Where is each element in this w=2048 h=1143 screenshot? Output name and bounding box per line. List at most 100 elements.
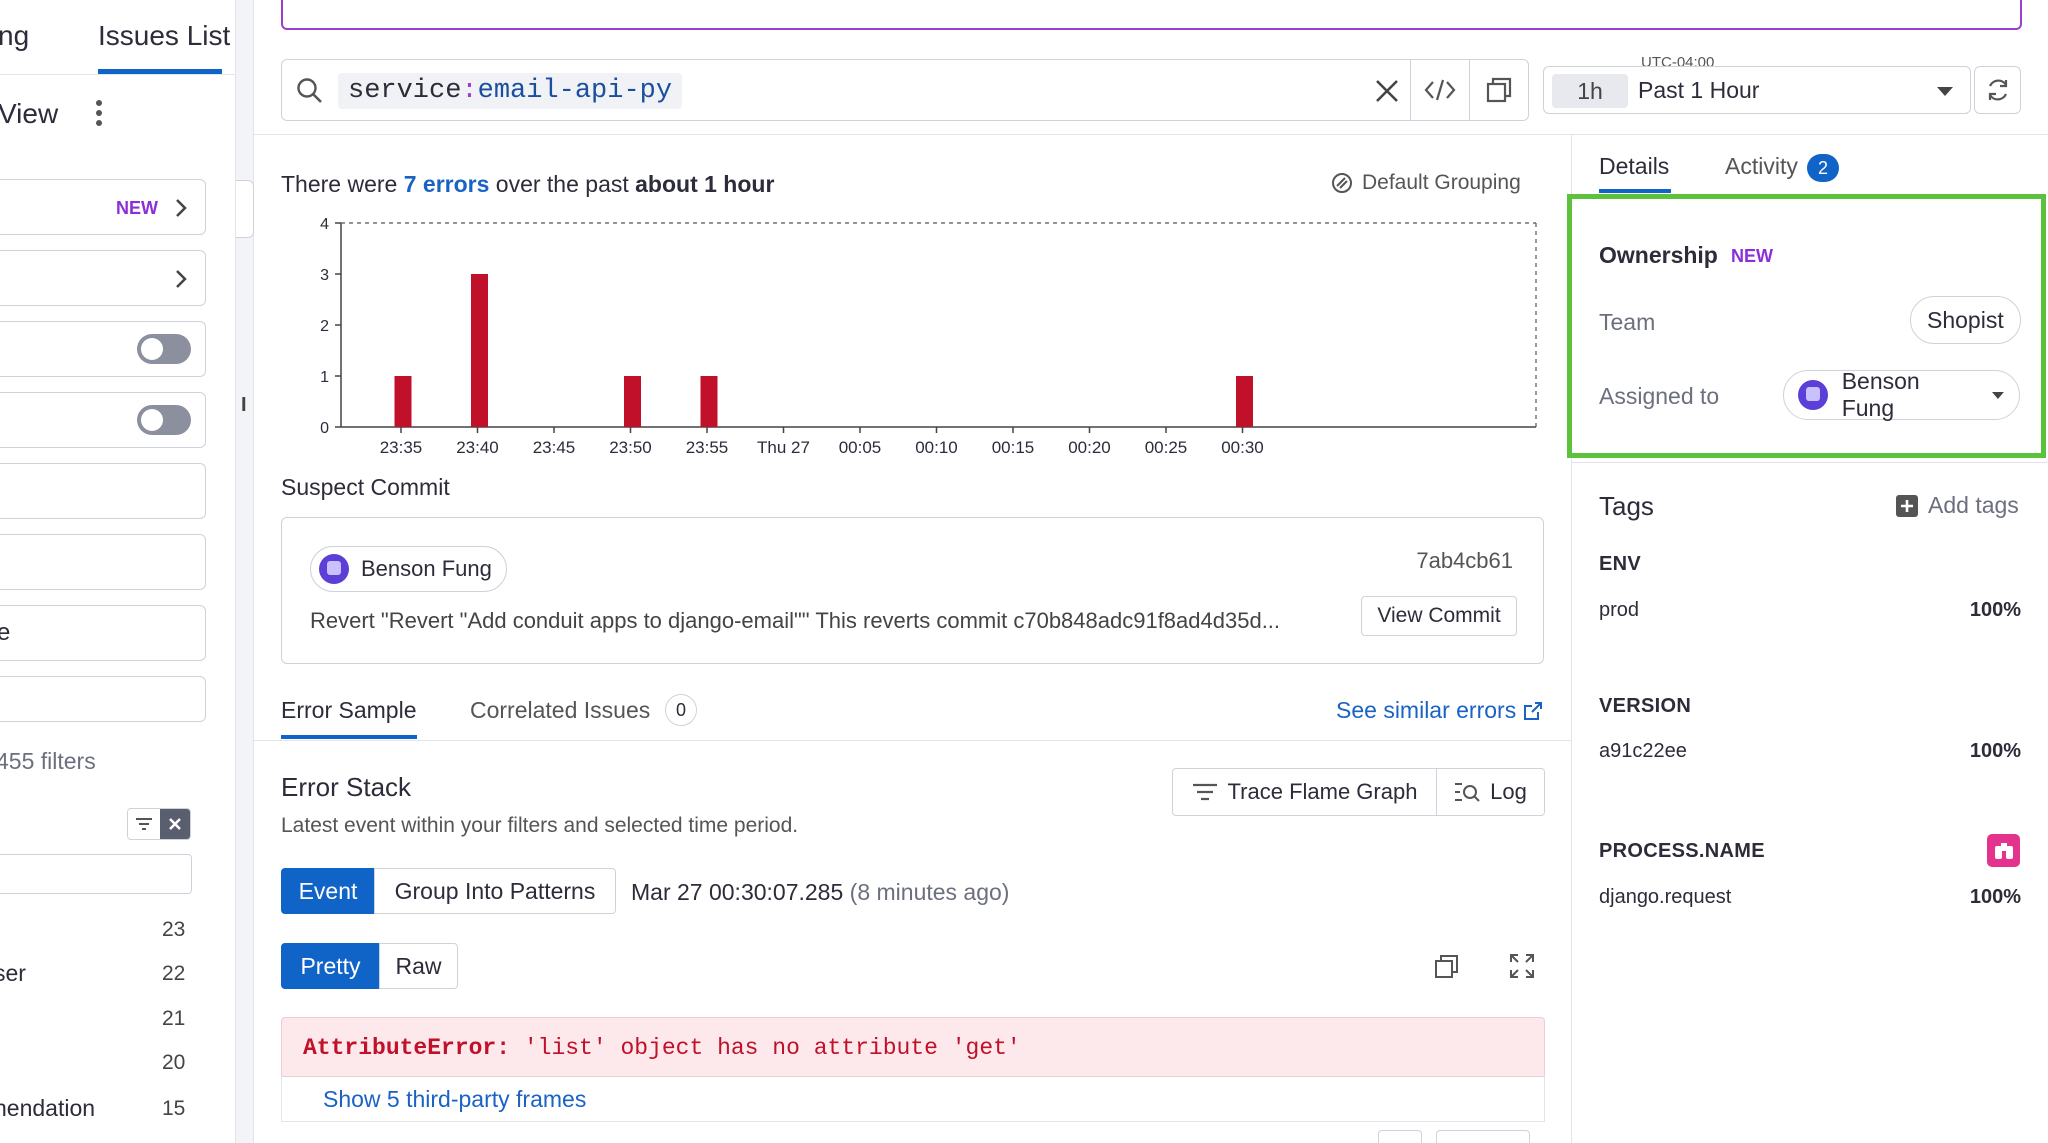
error-stack-title: Error Stack	[281, 772, 412, 802]
tag-value[interactable]: a91c22ee	[1599, 740, 1687, 763]
commit-author-pill[interactable]: Benson Fung	[310, 546, 507, 592]
tab-issues-list[interactable]: Issues List	[98, 20, 230, 52]
format-pretty-button[interactable]: Pretty	[281, 943, 380, 989]
error-bar	[624, 376, 641, 427]
copy-query-button[interactable]	[1469, 60, 1528, 120]
tab-activity[interactable]: Activity	[1725, 153, 1798, 180]
binoculars-icon[interactable]	[1987, 834, 2020, 867]
copy-icon	[1486, 77, 1512, 103]
format-raw-button[interactable]: Raw	[379, 943, 458, 989]
toggle-switch[interactable]	[137, 334, 191, 364]
filter-row[interactable]	[0, 250, 206, 306]
x-tick-label: 00:25	[1145, 438, 1188, 457]
y-tick-label: 1	[320, 369, 329, 386]
tab-partial[interactable]: ng	[0, 20, 29, 52]
divider	[254, 740, 1571, 741]
time-picker[interactable]: 1h Past 1 Hour	[1543, 66, 1971, 114]
error-message: 'list' object has no attribute 'get'	[510, 1035, 1021, 1061]
frame-action-button[interactable]	[1378, 1130, 1422, 1143]
divider	[0, 74, 235, 75]
code-view-button[interactable]	[1410, 60, 1469, 120]
query-editor-frame	[281, 0, 2022, 30]
event-time: Mar 27 00:30:07.285	[631, 879, 844, 905]
clear-filter-icon[interactable]	[160, 809, 190, 839]
default-grouping-button[interactable]: Default Grouping	[1330, 171, 1521, 195]
filter-chip[interactable]	[127, 808, 191, 840]
tab-details[interactable]: Details	[1599, 153, 1669, 180]
toggle-row	[0, 392, 206, 448]
log-label: Log	[1490, 779, 1527, 804]
mode-patterns-button[interactable]: Group Into Patterns	[374, 868, 616, 914]
edge-letter: I	[241, 394, 247, 416]
search-sep: :	[461, 76, 478, 106]
more-options-icon[interactable]	[93, 98, 105, 128]
expand-icon[interactable]	[1509, 953, 1535, 979]
view-label[interactable]: View	[0, 98, 58, 130]
error-type: AttributeError:	[303, 1035, 511, 1061]
log-icon	[1455, 783, 1480, 802]
error-bar	[700, 376, 718, 427]
trace-flame-graph-button[interactable]: Trace Flame Graph	[1173, 769, 1437, 815]
add-tags-label: Add tags	[1928, 492, 2019, 518]
correlated-count-badge: 0	[665, 694, 697, 726]
facet-search-input[interactable]	[0, 854, 192, 894]
divider	[254, 134, 2048, 135]
show-frames-link[interactable]: Show 5 third-party frames	[323, 1086, 586, 1112]
add-tags-button[interactable]: Add tags	[1895, 492, 2019, 519]
active-tab-indicator	[281, 735, 417, 739]
team-pill[interactable]: Shopist	[1910, 296, 2021, 344]
tag-value[interactable]: django.request	[1599, 886, 1731, 909]
commit-message: Revert "Revert "Add conduit apps to djan…	[310, 608, 1281, 633]
assignee-dropdown[interactable]: Benson Fung	[1783, 368, 2020, 421]
y-tick-label: 4	[320, 216, 329, 233]
error-count-link[interactable]: 7 errors	[404, 171, 490, 197]
x-tick-label: 23:55	[686, 438, 729, 457]
suspect-commit-card: Benson Fung 7ab4cb61 Revert "Revert "Add…	[281, 517, 1544, 664]
input-row[interactable]	[0, 463, 206, 519]
divider	[1572, 462, 2048, 463]
assignee-name: Benson Fung	[1841, 368, 1920, 421]
input-row[interactable]	[0, 534, 206, 590]
see-similar-errors-link[interactable]: See similar errors	[1336, 697, 1544, 724]
log-button[interactable]: Log	[1437, 769, 1544, 815]
tag-key: VERSION	[1599, 695, 1692, 717]
tag-key: ENV	[1599, 553, 1642, 575]
commit-author: Benson Fung	[361, 556, 492, 581]
search-bar[interactable]: service:email-api-py	[281, 59, 1529, 121]
facet-label[interactable]: ser	[0, 960, 26, 987]
activity-count-badge: 2	[1807, 154, 1839, 182]
row-text: e	[0, 619, 10, 647]
code-icon	[1424, 79, 1456, 101]
clear-search-icon[interactable]	[1372, 76, 1402, 106]
active-tab-indicator	[1599, 189, 1671, 193]
search-chip[interactable]: service:email-api-py	[338, 73, 683, 109]
caret-down-icon	[1937, 87, 1953, 96]
error-bar	[394, 376, 412, 427]
caret-down-icon	[1992, 391, 2005, 399]
commit-sha[interactable]: 7ab4cb61	[1416, 548, 1513, 574]
frame-action-button[interactable]	[1436, 1130, 1530, 1143]
tab-error-sample[interactable]: Error Sample	[281, 697, 416, 724]
collapse-handle[interactable]	[236, 180, 254, 238]
view-commit-button[interactable]: View Commit	[1361, 596, 1517, 636]
input-row[interactable]	[0, 676, 206, 722]
mode-event-button[interactable]: Event	[281, 868, 375, 914]
frames-row: Show 5 third-party frames	[281, 1076, 1545, 1122]
tag-percent: 100%	[1969, 886, 2021, 908]
facet-label[interactable]: nendation	[0, 1095, 95, 1122]
copy-stack-icon[interactable]	[1434, 953, 1460, 979]
error-bar	[1236, 376, 1253, 427]
x-tick-label: 00:10	[915, 438, 958, 457]
toggle-switch[interactable]	[137, 405, 191, 435]
filter-icon[interactable]	[128, 809, 160, 839]
tab-correlated-issues[interactable]: Correlated Issues	[470, 697, 650, 724]
error-bar	[471, 274, 488, 427]
x-tick-label: 23:35	[380, 438, 423, 457]
refresh-button[interactable]	[1974, 66, 2021, 114]
toggle-row	[0, 321, 206, 377]
tag-value[interactable]: prod	[1599, 599, 1639, 622]
filter-row-new[interactable]: NEW	[0, 179, 206, 235]
input-row[interactable]: e	[0, 605, 206, 661]
x-tick-label: Thu 27	[757, 438, 810, 457]
ownership-new-badge: NEW	[1731, 246, 1773, 266]
